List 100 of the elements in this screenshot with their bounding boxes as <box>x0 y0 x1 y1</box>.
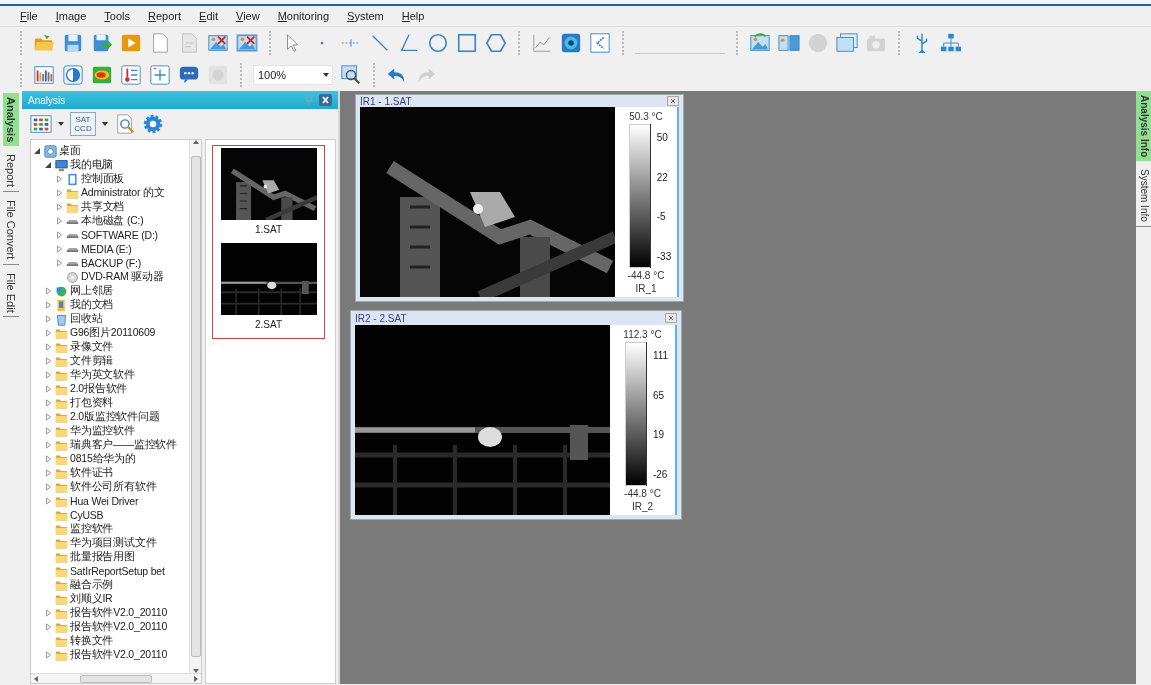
save-icon[interactable] <box>62 32 84 54</box>
tree-item[interactable]: 本地磁盘 (C:) <box>81 214 144 228</box>
search-icon[interactable] <box>114 113 136 135</box>
menu-item[interactable]: Report <box>140 10 190 22</box>
expand-arrow-icon[interactable] <box>44 399 53 407</box>
side-tab[interactable]: File Edit <box>3 268 19 318</box>
tree-item[interactable]: 瑞典客户——监控软件 <box>70 438 177 452</box>
tree-item[interactable]: 0815给华为的 <box>70 452 136 466</box>
expand-arrow-icon[interactable] <box>44 343 53 351</box>
tree-item[interactable]: BACKUP (F:) <box>81 257 142 269</box>
caret-icon[interactable] <box>58 122 64 126</box>
tree-item[interactable]: 网上邻居 <box>70 284 114 298</box>
expand-arrow-icon[interactable] <box>44 301 53 309</box>
tree-item[interactable]: 批量报告用图 <box>70 550 135 564</box>
expand-arrow-icon[interactable] <box>44 455 53 463</box>
close-icon[interactable] <box>665 313 677 323</box>
tree-item[interactable]: 报告软件V2.0_20110 <box>70 620 168 634</box>
settings-icon[interactable] <box>142 113 164 135</box>
scrollbar[interactable] <box>189 140 201 673</box>
line-chart-icon[interactable] <box>531 32 553 54</box>
collapse-arrow-icon[interactable] <box>33 147 42 155</box>
tree-item[interactable]: 我的电脑 <box>70 158 114 172</box>
rectangle-icon[interactable] <box>456 32 478 54</box>
tree-item[interactable]: 华为项目测试文件 <box>70 536 157 550</box>
expand-arrow-icon[interactable] <box>44 329 53 337</box>
tree-item[interactable]: 2.0报告软件 <box>70 382 128 396</box>
scroll-left-icon[interactable] <box>34 675 38 682</box>
tree-item[interactable]: 录像文件 <box>70 340 114 354</box>
tree-item[interactable]: 桌面 <box>59 144 81 158</box>
scroll-up-icon[interactable] <box>192 140 199 144</box>
tree-item[interactable]: 华为英文软件 <box>70 368 135 382</box>
thumbnail-image[interactable] <box>220 243 317 315</box>
menu-item[interactable]: View <box>228 10 268 22</box>
close-icon[interactable] <box>319 94 332 106</box>
menu-item[interactable]: System <box>339 10 392 22</box>
crosshair-icon[interactable] <box>149 64 171 86</box>
tree-item[interactable]: CyUSB <box>70 509 104 521</box>
zoom-image-icon[interactable] <box>340 64 362 86</box>
angle-icon[interactable] <box>398 32 420 54</box>
tree-item[interactable]: 控制面板 <box>81 172 125 186</box>
hexagon-icon[interactable] <box>485 32 507 54</box>
tree-item[interactable]: 我的文档 <box>70 298 114 312</box>
side-tab[interactable]: System Info <box>1136 165 1151 228</box>
scroll-right-icon[interactable] <box>194 675 198 682</box>
image-stack-icon[interactable] <box>836 32 858 54</box>
expand-arrow-icon[interactable] <box>44 441 53 449</box>
thermometer-list-icon[interactable] <box>120 64 142 86</box>
expand-arrow-icon[interactable] <box>44 413 53 421</box>
tree-item[interactable]: MEDIA (E:) <box>81 243 132 255</box>
image-import-icon[interactable] <box>749 32 771 54</box>
color-bars-icon[interactable] <box>33 64 55 86</box>
side-tab[interactable]: Analysis <box>3 93 19 147</box>
collapse-arrow-icon[interactable] <box>44 161 53 169</box>
menu-item[interactable]: Monitoring <box>269 10 338 22</box>
tree-item[interactable]: 软件公司所有软件 <box>70 480 157 494</box>
caret-icon[interactable] <box>102 122 108 126</box>
save-as-icon[interactable] <box>91 32 113 54</box>
expand-arrow-icon[interactable] <box>44 623 53 631</box>
speech-bubble-icon[interactable] <box>178 64 200 86</box>
tree-item[interactable]: 华为监控软件 <box>70 424 135 438</box>
circle-icon[interactable] <box>427 32 449 54</box>
expand-arrow-icon[interactable] <box>55 245 64 253</box>
tree-item[interactable]: DVD-RAM 驱动器 <box>81 270 164 284</box>
expand-arrow-icon[interactable] <box>44 385 53 393</box>
tree-item[interactable]: Hua Wei Driver <box>70 495 139 507</box>
tree-item[interactable]: 打包资料 <box>70 396 114 410</box>
menu-item[interactable]: Tools <box>96 10 139 22</box>
expand-arrow-icon[interactable] <box>55 259 64 267</box>
tree-item[interactable]: 报告软件V2.0_20110 <box>70 606 168 620</box>
expand-arrow-icon[interactable] <box>44 287 53 295</box>
heat-blob-icon[interactable] <box>91 64 113 86</box>
tree-item[interactable]: 监控软件 <box>70 522 114 536</box>
expand-arrow-icon[interactable] <box>44 315 53 323</box>
menu-item[interactable]: Help <box>393 10 433 22</box>
tree-item[interactable]: G96图片20110609 <box>70 326 156 340</box>
source-type-button[interactable]: SAT CCD <box>70 112 96 136</box>
image-pair-icon[interactable] <box>778 32 800 54</box>
side-tab[interactable]: Analysis Info <box>1136 91 1151 162</box>
zoom-dropdown[interactable]: 100% <box>253 65 333 85</box>
tree-item[interactable]: 软件证书 <box>70 466 114 480</box>
expand-arrow-icon[interactable] <box>44 609 53 617</box>
image-delete-icon[interactable] <box>207 32 229 54</box>
expand-arrow-icon[interactable] <box>44 651 53 659</box>
expand-arrow-icon[interactable] <box>55 175 64 183</box>
expand-arrow-icon[interactable] <box>44 357 53 365</box>
tree-item[interactable]: SOFTWARE (D:) <box>81 229 158 241</box>
expand-arrow-icon[interactable] <box>44 469 53 477</box>
tree-item[interactable]: 刘顺义IR <box>70 592 113 606</box>
tree-item[interactable]: 回收站 <box>70 312 103 326</box>
tree-item[interactable]: 共享文档 <box>81 200 125 214</box>
tree-item[interactable]: 融合示例 <box>70 578 114 592</box>
menu-item[interactable]: File <box>12 10 46 22</box>
expand-arrow-icon[interactable] <box>44 371 53 379</box>
side-tab[interactable]: File Convert <box>3 196 19 265</box>
scrollbar[interactable] <box>31 673 201 683</box>
expand-arrow-icon[interactable] <box>44 497 53 505</box>
expand-arrow-icon[interactable] <box>55 231 64 239</box>
expand-arrow-icon[interactable] <box>55 203 64 211</box>
tree-item[interactable]: 报告软件V2.0_20110 <box>70 648 168 662</box>
tree-item[interactable]: Administrator 的文 <box>81 186 165 200</box>
